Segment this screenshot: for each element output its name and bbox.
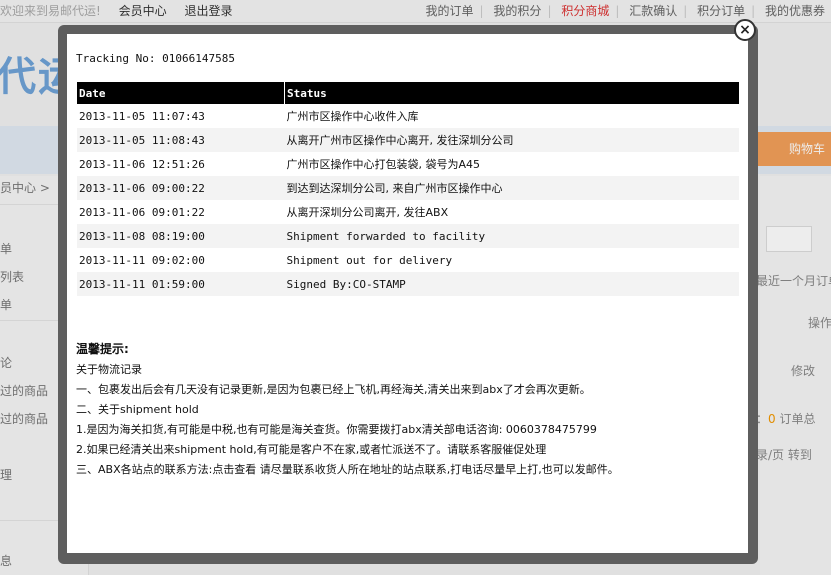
close-icon: × (739, 22, 751, 38)
row-date: 2013-11-05 11:08:43 (77, 128, 285, 152)
tracking-number: Tracking No: 01066147585 (76, 52, 235, 65)
table-row: 2013-11-08 08:19:00 Shipment forwarded t… (77, 224, 739, 248)
close-button[interactable]: × (734, 19, 756, 41)
column-header-date: Date (77, 82, 285, 104)
view-contacts-link[interactable]: 点击查看 (212, 463, 256, 476)
table-row: 2013-11-06 09:01:22 从离开深圳分公司离开, 发往ABX (77, 200, 739, 224)
row-status: Signed By:CO-STAMP (284, 272, 739, 296)
row-status: Shipment forwarded to facility (284, 224, 739, 248)
row-date: 2013-11-08 08:19:00 (77, 224, 285, 248)
tracking-value: 01066147585 (162, 52, 235, 65)
tips-contacts-suffix: 请尽量联系收货人所在地址的站点联系,打电话尽量早上打,也可以发邮件。 (256, 463, 619, 476)
tracking-label: Tracking No: (76, 52, 156, 65)
table-row: 2013-11-11 09:02:00 Shipment out for del… (77, 248, 739, 272)
tips-line: 1.是因为海关扣货,有可能是中税,也有可能是海关查货。你需要拨打abx清关部电话… (76, 423, 597, 436)
tips-line: 2.如果已经清关出来shipment hold,有可能是客户不在家,或者忙派送不… (76, 443, 547, 456)
tracking-table: Date Status 2013-11-05 11:07:43 广州市区操作中心… (77, 82, 739, 296)
tips-title: 温馨提示: (76, 342, 129, 356)
row-date: 2013-11-06 09:01:22 (77, 200, 285, 224)
row-status: 广州市区操作中心打包装袋, 袋号为A45 (284, 152, 739, 176)
tips-line: 关于物流记录 (76, 363, 142, 376)
table-row: 2013-11-06 12:51:26 广州市区操作中心打包装袋, 袋号为A45 (77, 152, 739, 176)
row-date: 2013-11-11 09:02:00 (77, 248, 285, 272)
tips-line: 一、包裹发出后会有几天没有记录更新,是因为包裹已经上飞机,再经海关,清关出来到a… (76, 383, 591, 396)
row-status: 从离开深圳分公司离开, 发往ABX (284, 200, 739, 224)
tips-line-contacts: 三、ABX各站点的联系方法:点击查看 请尽量联系收货人所在地址的站点联系,打电话… (76, 460, 736, 480)
table-row: 2013-11-05 11:08:43 从离开广州市区操作中心离开, 发往深圳分… (77, 128, 739, 152)
row-date: 2013-11-06 09:00:22 (77, 176, 285, 200)
row-status: 到达到达深圳分公司, 来自广州市区操作中心 (284, 176, 739, 200)
table-row: 2013-11-05 11:07:43 广州市区操作中心收件入库 (77, 104, 739, 128)
table-header-row: Date Status (77, 82, 739, 104)
row-date: 2013-11-11 01:59:00 (77, 272, 285, 296)
column-header-status: Status (284, 82, 739, 104)
row-date: 2013-11-05 11:07:43 (77, 104, 285, 128)
tips-section: 温馨提示: 关于物流记录 一、包裹发出后会有几天没有记录更新,是因为包裹已经上飞… (76, 340, 736, 480)
row-status: 广州市区操作中心收件入库 (284, 104, 739, 128)
tips-line: 二、关于shipment hold (76, 403, 199, 416)
row-status: 从离开广州市区操作中心离开, 发往深圳分公司 (284, 128, 739, 152)
table-row: 2013-11-06 09:00:22 到达到达深圳分公司, 来自广州市区操作中… (77, 176, 739, 200)
tips-contacts-prefix: 三、ABX各站点的联系方法: (76, 463, 213, 476)
table-row: 2013-11-11 01:59:00 Signed By:CO-STAMP (77, 272, 739, 296)
row-status: Shipment out for delivery (284, 248, 739, 272)
row-date: 2013-11-06 12:51:26 (77, 152, 285, 176)
